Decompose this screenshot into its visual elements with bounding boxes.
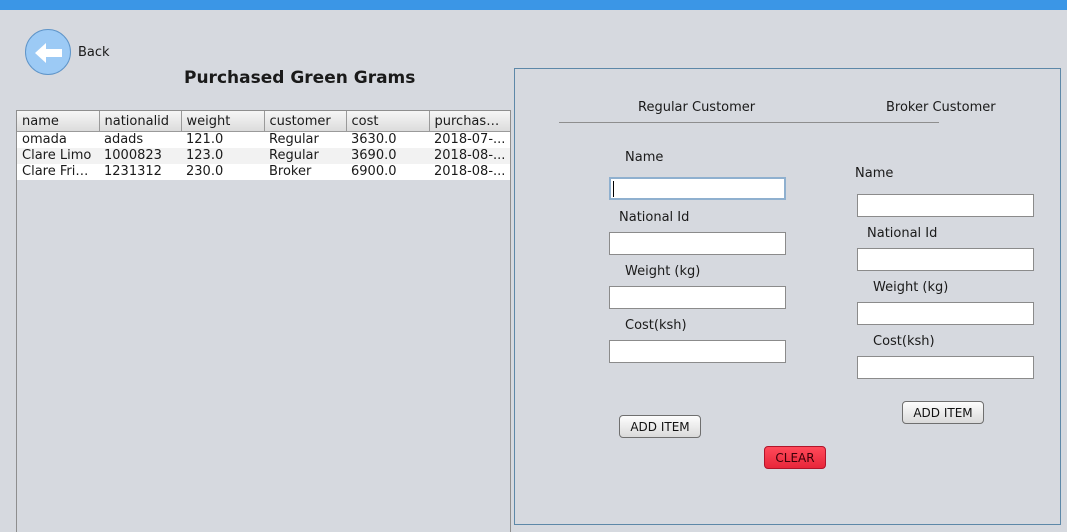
column-header-name[interactable]: name [17,111,100,132]
broker-cost-input[interactable] [857,356,1034,379]
table-row[interactable]: Clare Frie... 1231312 230.0 Broker 6900.… [17,164,510,180]
table-cell: 230.0 [181,164,264,180]
table-cell: 1000823 [99,148,181,164]
broker-name-input[interactable] [857,194,1034,217]
regular-weight-input[interactable] [609,286,786,309]
purchases-table[interactable]: name nationalid weight customer cost pur… [16,110,511,532]
broker-customer-header: Broker Customer [886,100,996,115]
table-cell: 2018-07-... [429,131,510,148]
column-header-purchase-date[interactable]: purchase... [429,111,510,132]
table-cell: Broker [264,164,346,180]
table-cell: Regular [264,148,346,164]
table-cell: omada [17,131,99,148]
table-cell: Clare Limo [17,148,99,164]
broker-national-id-input[interactable] [857,248,1034,271]
clear-button[interactable]: CLEAR [764,446,826,469]
column-header-cost[interactable]: cost [346,111,430,132]
column-header-weight[interactable]: weight [181,111,265,132]
table-row[interactable]: omada adads 121.0 Regular 3630.0 2018-07… [17,131,510,148]
table-cell: 3630.0 [346,131,429,148]
back-label[interactable]: Back [78,45,110,60]
table-cell: 123.0 [181,148,264,164]
table-cell: 2018-08-... [429,148,510,164]
table-cell: adads [99,131,181,148]
regular-weight-label: Weight (kg) [625,264,701,279]
regular-name-label: Name [625,150,664,165]
text-caret [613,181,614,197]
regular-cost-input[interactable] [609,340,786,363]
regular-cost-label: Cost(ksh) [625,318,687,333]
column-header-customer[interactable]: customer [264,111,347,132]
arrow-left-icon [35,43,62,63]
page-title: Purchased Green Grams [184,68,416,88]
broker-national-id-label: National Id [867,226,938,241]
table-cell: 6900.0 [346,164,429,180]
table-cell: 2018-08-... [429,164,510,180]
table-header-row: name nationalid weight customer cost pur… [17,111,510,132]
regular-national-id-label: National Id [619,210,690,225]
window-title-bar [0,0,1067,10]
column-header-nationalid[interactable]: nationalid [99,111,182,132]
broker-weight-input[interactable] [857,302,1034,325]
table-cell: 3690.0 [346,148,429,164]
back-button[interactable] [25,29,71,75]
table-row[interactable]: Clare Limo 1000823 123.0 Regular 3690.0 … [17,148,510,164]
broker-weight-label: Weight (kg) [873,280,949,295]
header-divider [559,122,939,123]
broker-name-label: Name [855,166,894,181]
regular-add-item-button[interactable]: ADD ITEM [619,415,701,438]
regular-customer-header: Regular Customer [638,100,756,115]
broker-cost-label: Cost(ksh) [873,334,935,349]
table-cell: Clare Frie... [17,164,99,180]
regular-name-input[interactable] [609,177,786,200]
broker-add-item-button[interactable]: ADD ITEM [902,401,984,424]
regular-national-id-input[interactable] [609,232,786,255]
table-cell: Regular [264,131,346,148]
table-cell: 1231312 [99,164,181,180]
table-cell: 121.0 [181,131,264,148]
